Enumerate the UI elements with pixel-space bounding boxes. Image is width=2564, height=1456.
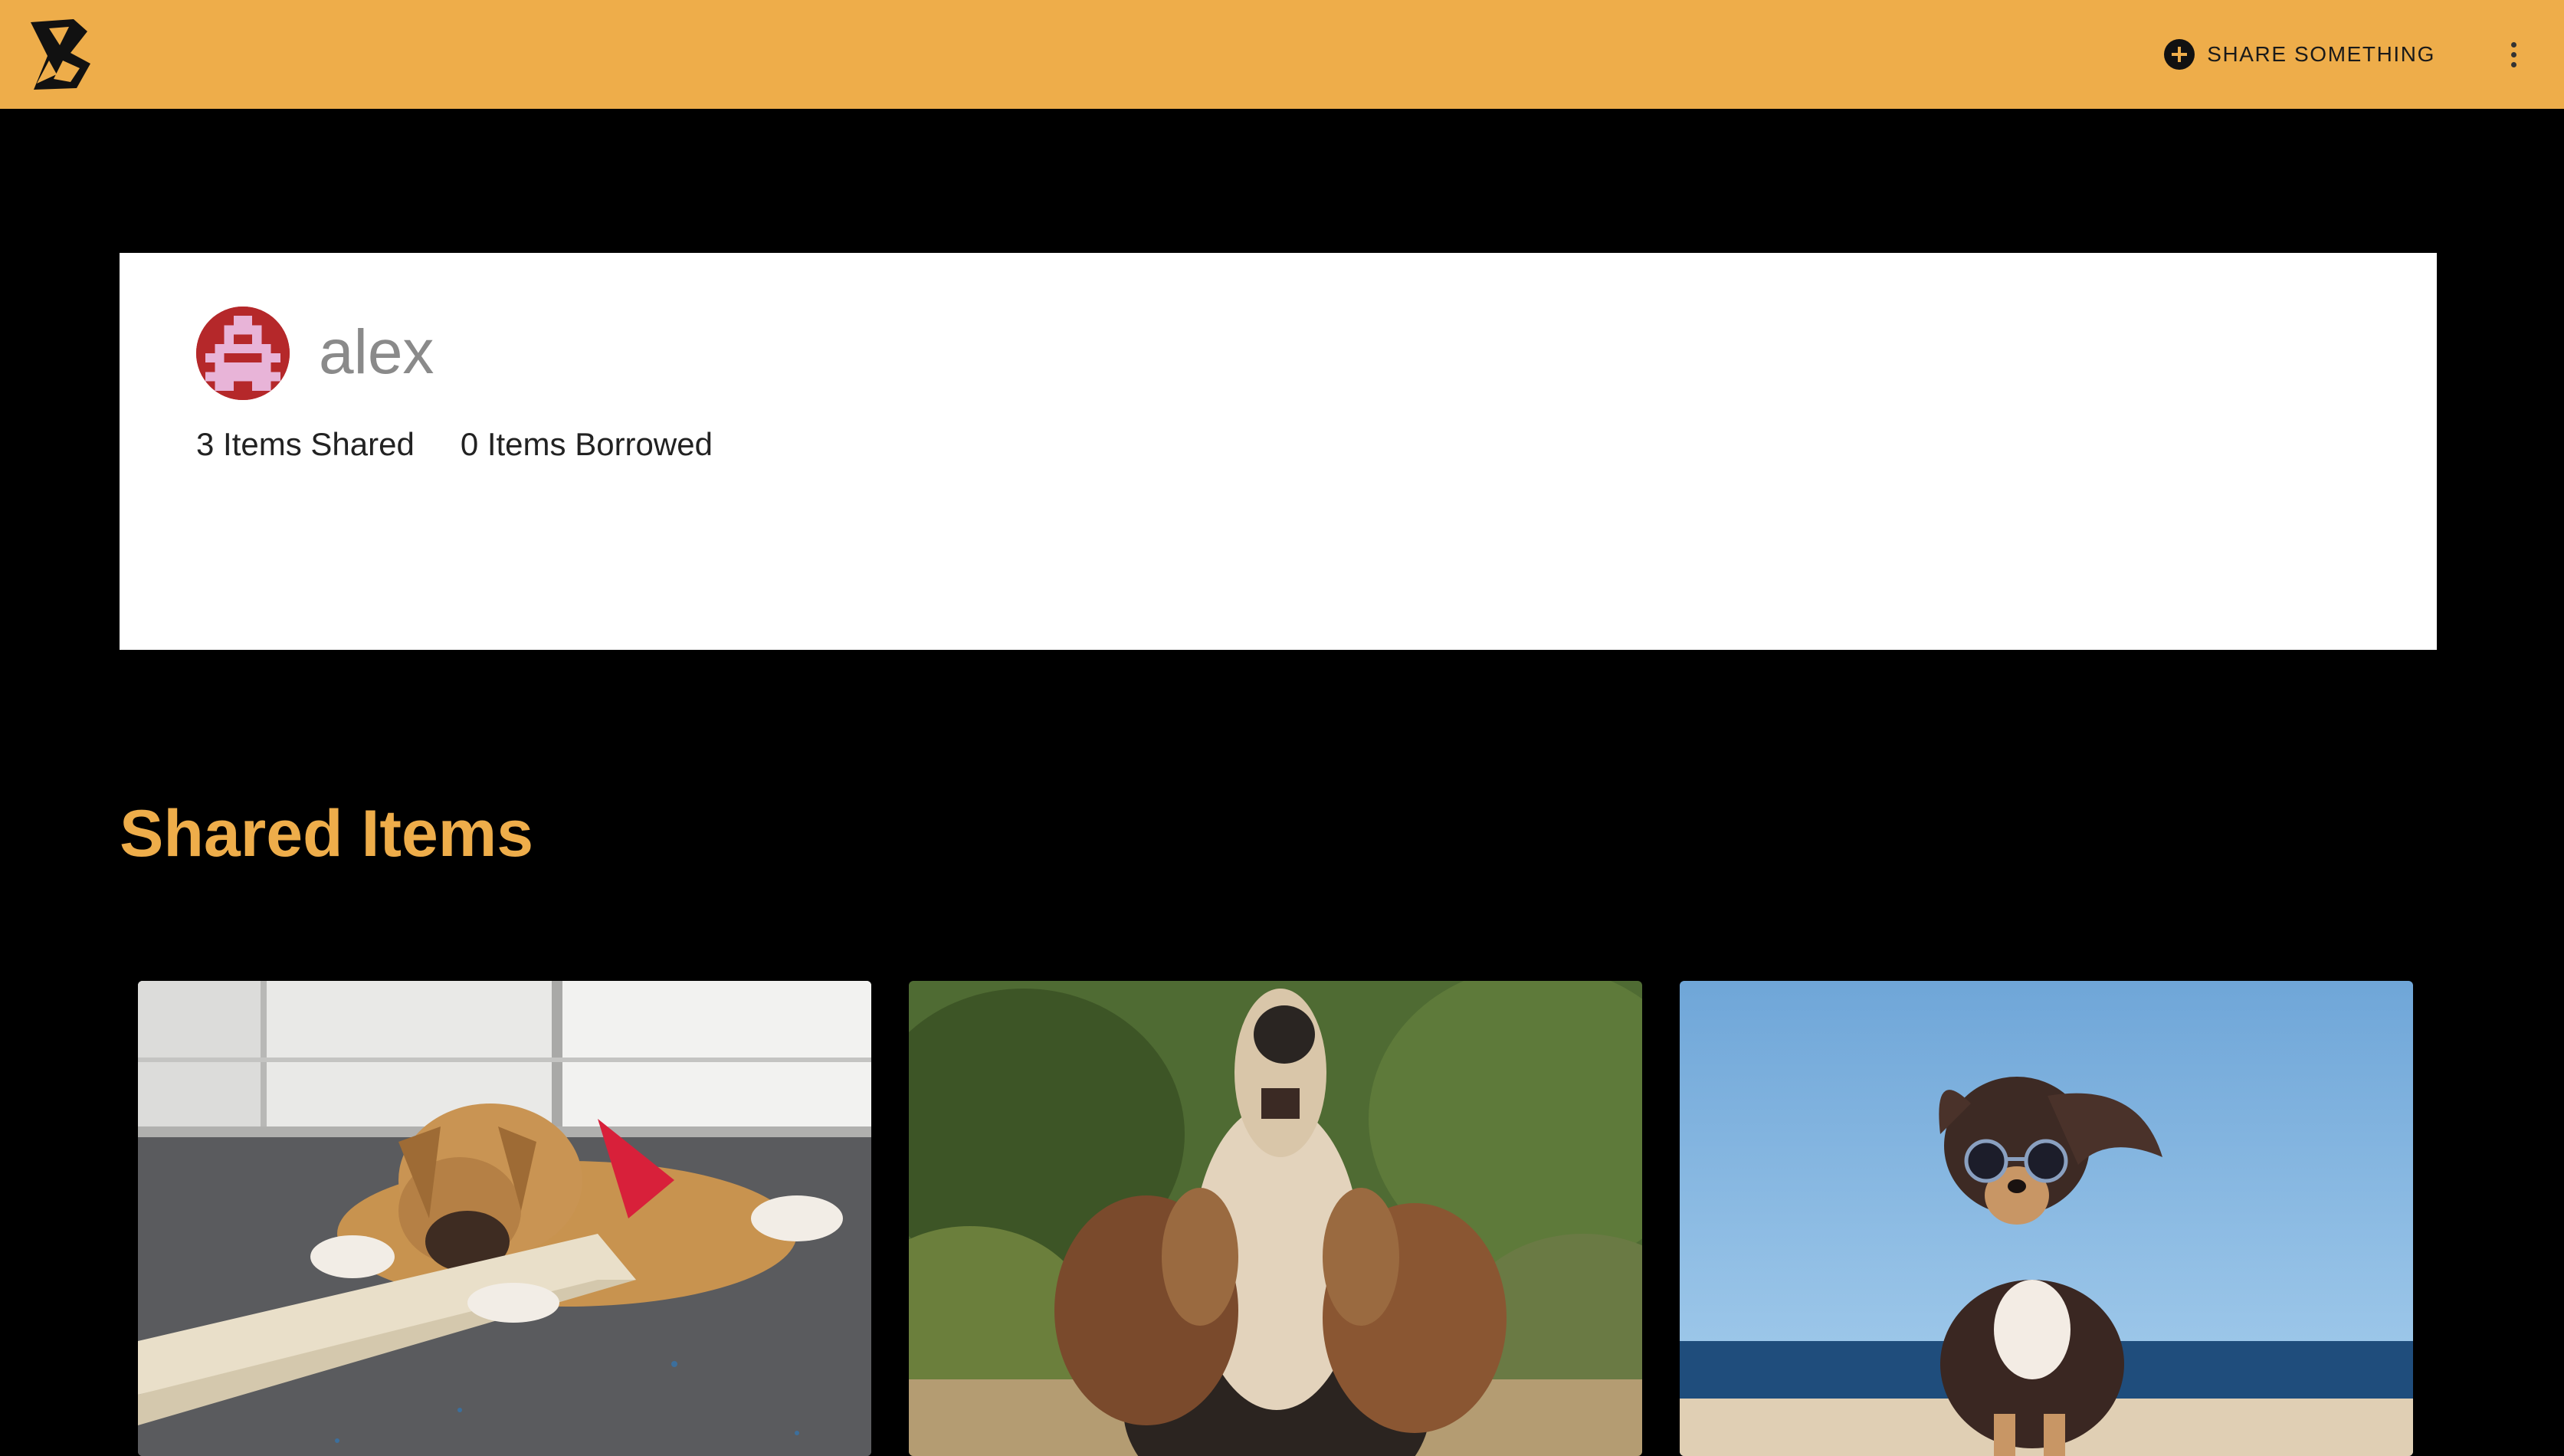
identicon-avatar	[196, 307, 290, 400]
shared-item-card[interactable]	[909, 981, 1642, 1456]
items-shared-count: 3 Items Shared	[196, 426, 415, 462]
shared-items-heading: Shared Items	[120, 797, 534, 871]
plus-circle-icon	[2164, 39, 2195, 70]
app-bar-actions: SHARE SOMETHING	[2147, 27, 2541, 82]
more-vert-icon[interactable]	[2486, 27, 2541, 82]
profile-username: alex	[319, 317, 434, 387]
shared-item-card[interactable]	[1680, 981, 2413, 1456]
avatar	[196, 307, 290, 400]
howling-beagle-photo	[909, 981, 1642, 1456]
profile-card: alex 3 Items Shared 0 Items Borrowed	[120, 253, 2437, 650]
chihuahua-sunglasses-beach-photo	[1680, 981, 2413, 1456]
share-something-label: SHARE SOMETHING	[2207, 42, 2435, 66]
puppy-chewing-stick-photo	[138, 981, 871, 1456]
items-borrowed-count: 0 Items Borrowed	[460, 426, 713, 462]
app-bar: SHARE SOMETHING	[0, 0, 2564, 109]
profile-stats: 3 Items Shared 0 Items Borrowed	[196, 426, 713, 463]
shared-item-card[interactable]	[138, 981, 871, 1456]
share-something-button[interactable]: SHARE SOMETHING	[2147, 27, 2452, 82]
boomtown-logo-icon[interactable]	[26, 18, 92, 91]
